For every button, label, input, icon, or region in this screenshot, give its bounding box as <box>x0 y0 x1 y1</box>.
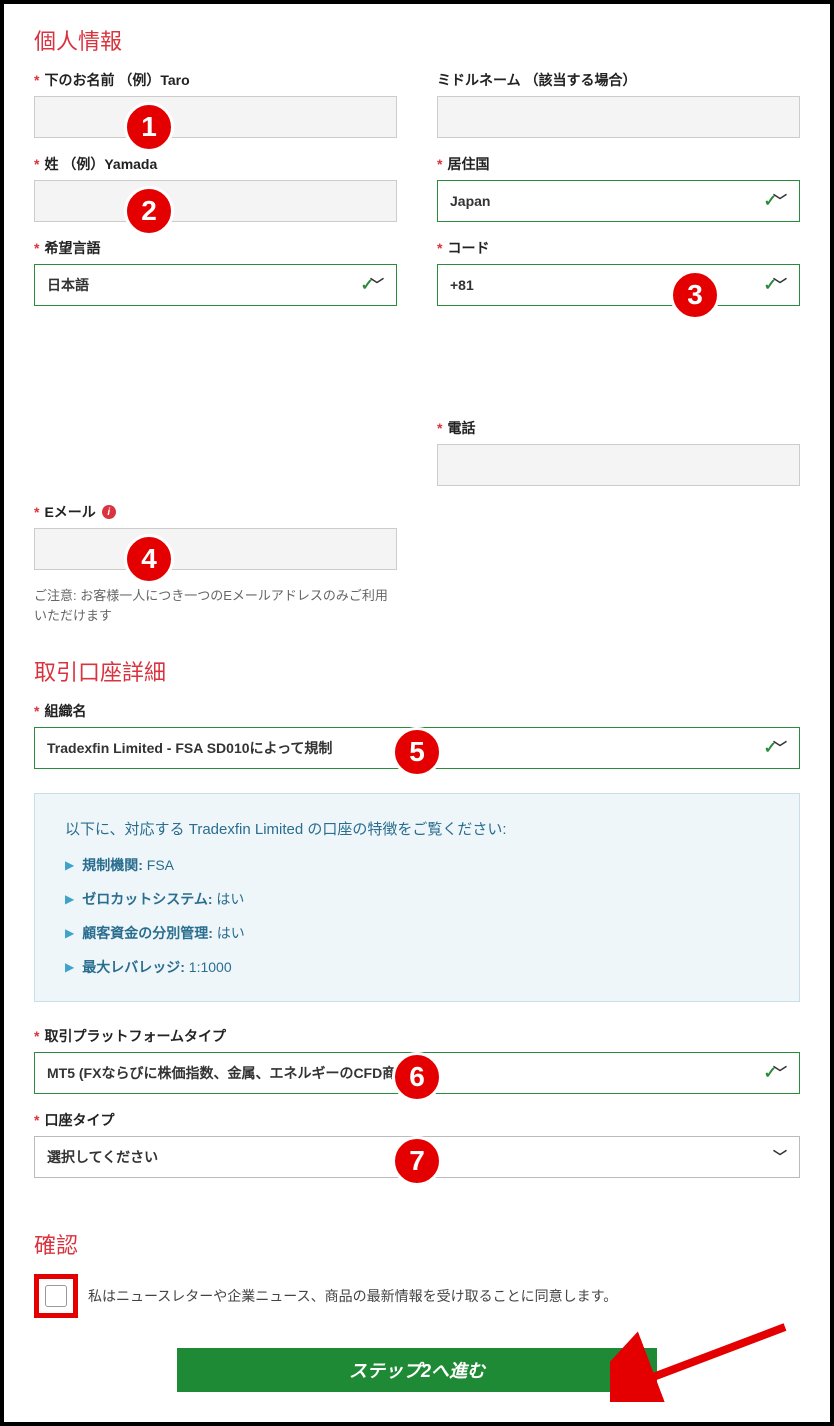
badge-7: 7 <box>392 1136 442 1186</box>
chevron-down-icon: ﹀ <box>773 1063 787 1083</box>
section-title-personal: 個人情報 <box>34 24 800 56</box>
badge-5: 5 <box>392 727 442 777</box>
proceed-step2-button[interactable]: ステップ2へ進む <box>177 1348 657 1392</box>
first-name-input[interactable] <box>34 96 397 138</box>
language-label: *希望言語 <box>34 238 397 258</box>
info-item: ▶規制機関: FSA <box>65 855 769 875</box>
section-title-account: 取引口座詳細 <box>34 655 800 687</box>
badge-6: 6 <box>392 1052 442 1102</box>
phone-input[interactable] <box>437 444 800 486</box>
check-icon <box>361 275 370 295</box>
info-item: ▶顧客資金の分別管理: はい <box>65 923 769 943</box>
code-select[interactable]: +81 ﹀ <box>437 264 800 306</box>
email-label: *Eメールi <box>34 502 397 522</box>
account-type-label: *口座タイプ <box>34 1110 800 1130</box>
bullet-icon: ▶ <box>65 892 74 906</box>
last-name-label: *姓 （例）Yamada <box>34 154 397 174</box>
country-label: *居住国 <box>437 154 800 174</box>
arrow-icon <box>610 1322 790 1402</box>
bullet-icon: ▶ <box>65 926 74 940</box>
middle-name-label: ミドルネーム （該当する場合） <box>437 70 800 90</box>
first-name-label: *下のお名前 （例）Taro <box>34 70 397 90</box>
info-box-title: 以下に、対応する Tradexfin Limited の口座の特徴をご覧ください… <box>65 818 769 839</box>
email-input[interactable] <box>34 528 397 570</box>
middle-name-input[interactable] <box>437 96 800 138</box>
newsletter-checkbox[interactable] <box>45 1285 67 1307</box>
badge-2: 2 <box>124 186 174 236</box>
chevron-down-icon: ﹀ <box>773 191 787 211</box>
info-item: ▶ゼロカットシステム: はい <box>65 889 769 909</box>
last-name-input[interactable] <box>34 180 397 222</box>
organization-label: *組織名 <box>34 701 800 721</box>
bullet-icon: ▶ <box>65 858 74 872</box>
info-icon: i <box>102 505 116 519</box>
info-list: ▶規制機関: FSA ▶ゼロカットシステム: はい ▶顧客資金の分別管理: はい… <box>65 855 769 977</box>
platform-label: *取引プラットフォームタイプ <box>34 1026 800 1046</box>
badge-1: 1 <box>124 102 174 152</box>
badge-4: 4 <box>124 534 174 584</box>
check-icon <box>764 1063 773 1083</box>
chevron-down-icon: ﹀ <box>773 275 787 295</box>
check-icon <box>764 275 773 295</box>
check-icon <box>764 191 773 211</box>
badge-3: 3 <box>670 270 720 320</box>
country-select[interactable]: Japan ﹀ <box>437 180 800 222</box>
info-item: ▶最大レバレッジ: 1:1000 <box>65 957 769 977</box>
email-note: ご注意: お客様一人につき一つのEメールアドレスのみご利用いただけます <box>34 586 394 625</box>
language-select[interactable]: 日本語 ﹀ <box>34 264 397 306</box>
chevron-down-icon: ﹀ <box>773 1147 787 1167</box>
phone-label: *電話 <box>437 418 800 438</box>
checkbox-highlight <box>34 1274 78 1318</box>
section-title-confirm: 確認 <box>34 1228 800 1260</box>
form-container: 個人情報 *下のお名前 （例）Taro 1 ミドルネーム （該当する場合） *姓… <box>0 0 834 1426</box>
chevron-down-icon: ﹀ <box>773 738 787 758</box>
check-icon <box>764 738 773 758</box>
bullet-icon: ▶ <box>65 960 74 974</box>
chevron-down-icon: ﹀ <box>370 275 384 295</box>
code-label: *コード <box>437 238 800 258</box>
confirm-text: 私はニュースレターや企業ニュース、商品の最新情報を受け取ることに同意します。 <box>88 1286 617 1306</box>
info-box: 以下に、対応する Tradexfin Limited の口座の特徴をご覧ください… <box>34 793 800 1002</box>
